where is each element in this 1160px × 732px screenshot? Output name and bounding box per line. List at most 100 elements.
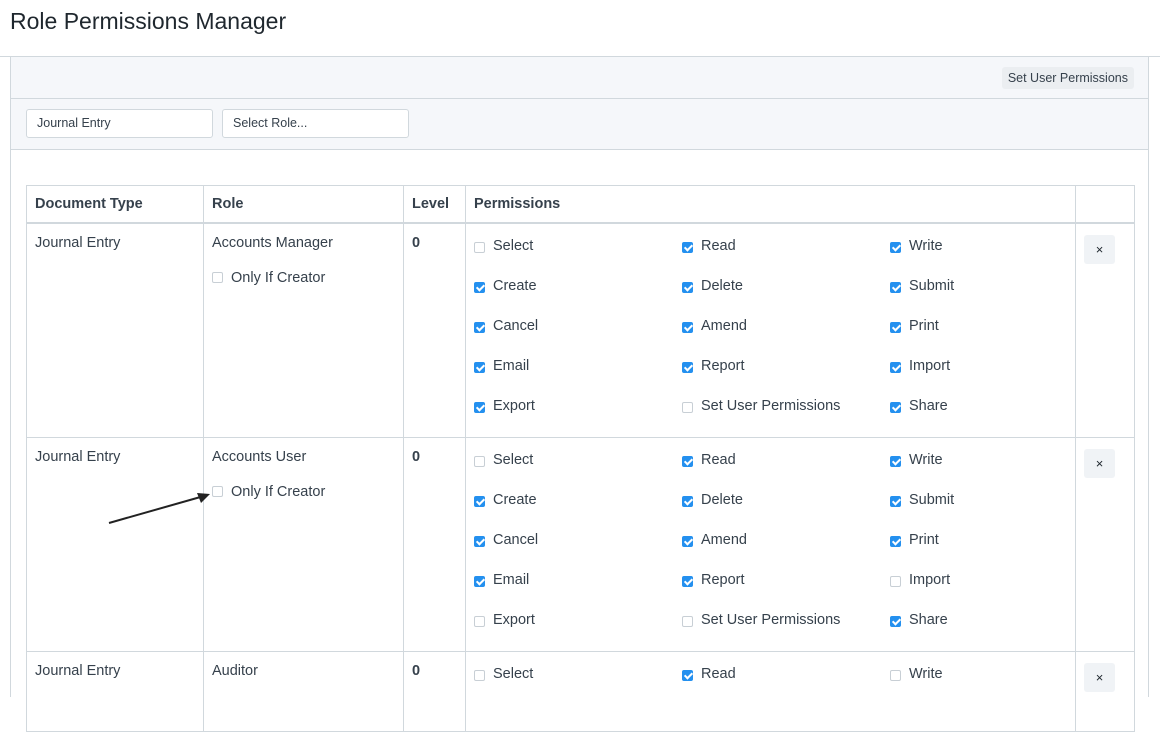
- permission-checkbox-email[interactable]: Email: [474, 571, 682, 611]
- checkbox-icon[interactable]: [682, 241, 693, 253]
- role-filter[interactable]: Select Role...: [222, 109, 409, 138]
- checkbox-icon[interactable]: [474, 575, 485, 587]
- checkbox-icon[interactable]: [474, 615, 485, 627]
- checkbox-icon[interactable]: [890, 535, 901, 547]
- permission-checkbox-export[interactable]: Export: [474, 611, 682, 651]
- permission-label: Report: [701, 571, 745, 588]
- permission-checkbox-read[interactable]: Read: [682, 665, 890, 705]
- only-if-creator-checkbox[interactable]: Only If Creator: [212, 270, 395, 286]
- permission-checkbox-set-user-permissions[interactable]: Set User Permissions: [682, 611, 890, 651]
- permission-label: Write: [909, 237, 943, 254]
- permission-checkbox-create[interactable]: Create: [474, 491, 682, 531]
- permission-label: Write: [909, 665, 943, 682]
- filter-bar: Journal Entry Select Role...: [11, 99, 1148, 150]
- permissions-table: Document Type Role Level Permissions Jou…: [26, 185, 1135, 732]
- permissions-grid: Select Read Write Create Delete Submit Cancel A…: [474, 449, 1067, 651]
- permission-label: Export: [493, 611, 535, 628]
- annotation-arrow: [108, 493, 210, 524]
- checkbox-icon[interactable]: [474, 535, 485, 547]
- permission-label: Export: [493, 397, 535, 414]
- checkbox-icon[interactable]: [682, 495, 693, 507]
- permission-label: Email: [493, 571, 530, 588]
- checkbox-icon[interactable]: [682, 455, 693, 467]
- permission-label: Delete: [701, 277, 743, 294]
- checkbox-icon[interactable]: [474, 321, 485, 333]
- remove-permission-button[interactable]: ×: [1084, 448, 1115, 478]
- permission-checkbox-write[interactable]: Write: [890, 665, 1090, 705]
- checkbox-icon[interactable]: [682, 575, 693, 587]
- checkbox-icon[interactable]: [682, 535, 693, 547]
- close-icon: ×: [1095, 241, 1104, 257]
- permission-checkbox-share[interactable]: Share: [890, 397, 1090, 437]
- checkbox-icon[interactable]: [890, 615, 901, 627]
- checkbox-icon[interactable]: [890, 281, 901, 293]
- permission-checkbox-delete[interactable]: Delete: [682, 277, 890, 317]
- checkbox-icon[interactable]: [682, 401, 693, 413]
- checkbox-icon[interactable]: [890, 401, 901, 413]
- permissions-cell: Select Read Write Create Delete Submit Cancel A…: [465, 222, 1076, 438]
- permission-label: Email: [493, 357, 530, 374]
- checkbox-icon[interactable]: [682, 321, 693, 333]
- document-type-filter[interactable]: Journal Entry: [26, 109, 213, 138]
- page-actions-bar: Set User Permissions: [11, 57, 1148, 99]
- set-user-permissions-button[interactable]: Set User Permissions: [1001, 67, 1134, 89]
- permission-checkbox-select[interactable]: Select: [474, 665, 682, 705]
- checkbox-icon[interactable]: [682, 361, 693, 373]
- checkbox-icon[interactable]: [474, 241, 485, 253]
- checkbox-icon[interactable]: [474, 495, 485, 507]
- permission-label: Select: [493, 665, 534, 682]
- remove-permission-button[interactable]: ×: [1084, 662, 1115, 692]
- permission-checkbox-import[interactable]: Import: [890, 357, 1090, 397]
- checkbox-icon[interactable]: [212, 272, 223, 283]
- close-icon: ×: [1095, 455, 1104, 471]
- permission-checkbox-select[interactable]: Select: [474, 237, 682, 277]
- permission-checkbox-delete[interactable]: Delete: [682, 491, 890, 531]
- permission-checkbox-write[interactable]: Write: [890, 451, 1090, 491]
- permission-checkbox-email[interactable]: Email: [474, 357, 682, 397]
- checkbox-icon[interactable]: [890, 361, 901, 373]
- permission-label: Print: [909, 531, 939, 548]
- permission-checkbox-submit[interactable]: Submit: [890, 491, 1090, 531]
- permission-checkbox-share[interactable]: Share: [890, 611, 1090, 651]
- table-row: Journal Entry Auditor 0 Select Read Write ×: [26, 650, 1135, 732]
- permission-checkbox-select[interactable]: Select: [474, 451, 682, 491]
- checkbox-icon[interactable]: [474, 455, 485, 467]
- table-row: Journal Entry Accounts Manager Only If Cre…: [26, 222, 1135, 438]
- checkbox-icon[interactable]: [682, 281, 693, 293]
- permission-checkbox-read[interactable]: Read: [682, 451, 890, 491]
- checkbox-icon[interactable]: [890, 455, 901, 467]
- permission-checkbox-write[interactable]: Write: [890, 237, 1090, 277]
- only-if-creator-checkbox[interactable]: Only If Creator: [212, 484, 395, 500]
- permission-checkbox-export[interactable]: Export: [474, 397, 682, 437]
- checkbox-icon[interactable]: [474, 361, 485, 373]
- permission-checkbox-import[interactable]: Import: [890, 571, 1090, 611]
- header-permissions: Permissions: [465, 185, 1076, 224]
- permission-checkbox-create[interactable]: Create: [474, 277, 682, 317]
- remove-permission-button[interactable]: ×: [1084, 234, 1115, 264]
- permission-checkbox-print[interactable]: Print: [890, 317, 1090, 357]
- permission-checkbox-cancel[interactable]: Cancel: [474, 531, 682, 571]
- header-level: Level: [403, 185, 466, 224]
- permission-checkbox-print[interactable]: Print: [890, 531, 1090, 571]
- permission-checkbox-amend[interactable]: Amend: [682, 531, 890, 571]
- checkbox-icon[interactable]: [474, 401, 485, 413]
- checkbox-icon[interactable]: [890, 241, 901, 253]
- doctype-cell: Journal Entry: [26, 650, 204, 732]
- permission-checkbox-report[interactable]: Report: [682, 357, 890, 397]
- permission-label: Set User Permissions: [701, 611, 841, 628]
- permission-label: Cancel: [493, 317, 539, 334]
- permission-label: Amend: [701, 531, 747, 548]
- checkbox-icon[interactable]: [682, 615, 693, 627]
- permission-checkbox-cancel[interactable]: Cancel: [474, 317, 682, 357]
- checkbox-icon[interactable]: [474, 281, 485, 293]
- checkbox-icon[interactable]: [890, 495, 901, 507]
- permission-checkbox-amend[interactable]: Amend: [682, 317, 890, 357]
- permission-checkbox-set-user-permissions[interactable]: Set User Permissions: [682, 397, 890, 437]
- permission-label: Cancel: [493, 531, 539, 548]
- checkbox-icon[interactable]: [890, 321, 901, 333]
- permission-checkbox-read[interactable]: Read: [682, 237, 890, 277]
- role-name: Accounts User: [212, 448, 307, 465]
- checkbox-icon[interactable]: [890, 575, 901, 587]
- permission-checkbox-submit[interactable]: Submit: [890, 277, 1090, 317]
- permission-checkbox-report[interactable]: Report: [682, 571, 890, 611]
